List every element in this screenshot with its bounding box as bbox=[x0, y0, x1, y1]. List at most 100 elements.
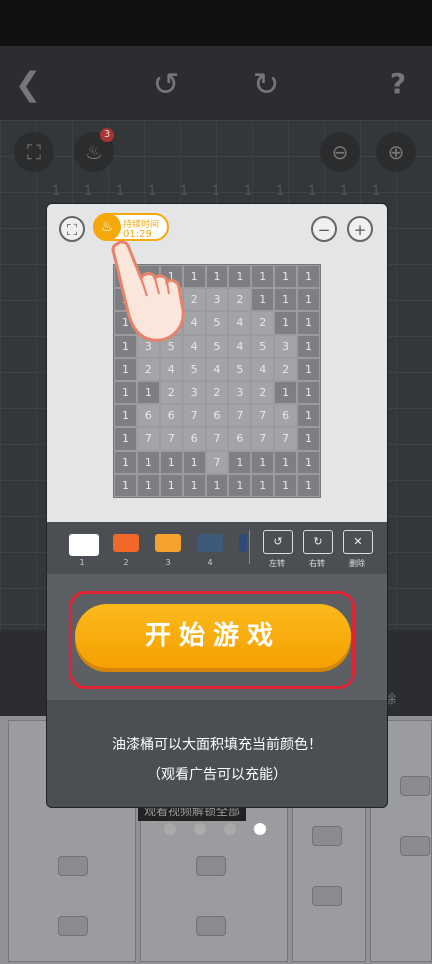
grid-cell[interactable]: 7 bbox=[136, 427, 160, 451]
grid-cell[interactable]: 6 bbox=[205, 404, 229, 428]
grid-cell[interactable]: 5 bbox=[205, 311, 229, 335]
grid-cell[interactable]: 7 bbox=[159, 427, 183, 451]
grid-cell[interactable]: 1 bbox=[159, 450, 183, 474]
rotate-left-icon[interactable]: ↺ bbox=[263, 530, 293, 554]
tutorial-modal: ⛶ ♨ 持续时间 01:29 − + 111111111112232111124… bbox=[46, 203, 388, 808]
grid-cell[interactable]: 1 bbox=[297, 473, 320, 497]
grid-cell[interactable]: 1 bbox=[228, 450, 252, 474]
grid-cell[interactable]: 1 bbox=[251, 450, 275, 474]
grid-cell[interactable]: 1 bbox=[114, 357, 137, 381]
color-swatch[interactable] bbox=[197, 534, 223, 552]
background-number: 1 bbox=[307, 184, 317, 199]
grid-cell[interactable]: 6 bbox=[228, 427, 252, 451]
grid-cell[interactable]: 4 bbox=[205, 357, 229, 381]
page-dot[interactable] bbox=[254, 823, 266, 835]
grid-cell[interactable]: 7 bbox=[251, 427, 275, 451]
grid-cell[interactable]: 7 bbox=[228, 404, 252, 428]
color-swatch-partial[interactable] bbox=[239, 534, 247, 552]
grid-cell[interactable]: 3 bbox=[274, 334, 298, 358]
grid-cell[interactable]: 2 bbox=[205, 381, 229, 405]
grid-cell[interactable]: 4 bbox=[159, 357, 183, 381]
grid-cell[interactable]: 5 bbox=[182, 357, 206, 381]
grid-cell[interactable]: 7 bbox=[182, 404, 206, 428]
grid-cell[interactable]: 1 bbox=[297, 288, 320, 312]
grid-cell[interactable]: 4 bbox=[251, 357, 275, 381]
grid-cell[interactable]: 1 bbox=[297, 381, 320, 405]
grid-cell[interactable]: 1 bbox=[251, 473, 275, 497]
grid-cell[interactable]: 2 bbox=[159, 381, 183, 405]
grid-cell[interactable]: 4 bbox=[228, 311, 252, 335]
page-dot[interactable] bbox=[164, 823, 176, 835]
grid-cell[interactable]: 6 bbox=[182, 427, 206, 451]
grid-cell[interactable]: 1 bbox=[136, 450, 160, 474]
grid-cell[interactable]: 1 bbox=[274, 381, 298, 405]
grid-cell[interactable]: 1 bbox=[297, 311, 320, 335]
grid-cell[interactable]: 1 bbox=[159, 473, 183, 497]
grid-cell[interactable]: 1 bbox=[182, 473, 206, 497]
grid-cell[interactable]: 1 bbox=[297, 404, 320, 428]
grid-cell[interactable]: 2 bbox=[228, 288, 252, 312]
grid-cell[interactable]: 1 bbox=[114, 427, 137, 451]
grid-cell[interactable]: 1 bbox=[228, 473, 252, 497]
page-dot[interactable] bbox=[194, 823, 206, 835]
grid-cell[interactable]: 1 bbox=[274, 473, 298, 497]
grid-cell[interactable]: 2 bbox=[251, 311, 275, 335]
grid-cell[interactable]: 1 bbox=[297, 334, 320, 358]
swatch-label: 1 bbox=[79, 558, 85, 567]
grid-cell[interactable]: 1 bbox=[251, 288, 275, 312]
grid-cell[interactable]: 7 bbox=[274, 427, 298, 451]
zoom-in-icon: ⊕ bbox=[376, 132, 416, 172]
grid-cell[interactable]: 1 bbox=[274, 311, 298, 335]
grid-cell[interactable]: 7 bbox=[205, 450, 229, 474]
grid-cell[interactable]: 5 bbox=[251, 334, 275, 358]
grid-cell[interactable]: 1 bbox=[297, 265, 320, 289]
grid-cell[interactable]: 1 bbox=[114, 450, 137, 474]
grid-cell[interactable]: 1 bbox=[228, 265, 252, 289]
grid-cell[interactable]: 3 bbox=[205, 288, 229, 312]
grid-cell[interactable]: 1 bbox=[297, 357, 320, 381]
start-game-button[interactable]: 开始游戏 bbox=[75, 604, 351, 668]
grid-cell[interactable]: 1 bbox=[114, 473, 137, 497]
grid-cell[interactable]: 1 bbox=[114, 404, 137, 428]
zoom-out-icon: ⊖ bbox=[320, 132, 360, 172]
grid-cell[interactable]: 2 bbox=[136, 357, 160, 381]
grid-cell[interactable]: 1 bbox=[274, 265, 298, 289]
grid-cell[interactable]: 2 bbox=[251, 381, 275, 405]
grid-cell[interactable]: 3 bbox=[228, 381, 252, 405]
grid-cell[interactable]: 6 bbox=[274, 404, 298, 428]
back-arrow-icon[interactable]: ❮ bbox=[8, 64, 48, 104]
page-dot[interactable] bbox=[224, 823, 236, 835]
grid-cell[interactable]: 1 bbox=[297, 427, 320, 451]
color-swatch[interactable] bbox=[155, 534, 181, 552]
grid-cell[interactable]: 2 bbox=[274, 357, 298, 381]
grid-cell[interactable]: 6 bbox=[159, 404, 183, 428]
grid-cell[interactable]: 1 bbox=[274, 450, 298, 474]
zoom-out-icon: − bbox=[311, 216, 337, 242]
undo-icon[interactable]: ↺ bbox=[146, 64, 186, 104]
grid-cell[interactable]: 3 bbox=[182, 381, 206, 405]
grid-cell[interactable]: 6 bbox=[136, 404, 160, 428]
grid-cell[interactable]: 1 bbox=[136, 381, 160, 405]
tool-label: 左转 bbox=[269, 559, 285, 568]
color-swatch[interactable] bbox=[69, 534, 99, 556]
grid-cell[interactable]: 1 bbox=[114, 381, 137, 405]
rotate-right-icon[interactable]: ↻ bbox=[303, 530, 333, 554]
grid-cell[interactable]: 1 bbox=[251, 265, 275, 289]
color-swatch[interactable] bbox=[113, 534, 139, 552]
grid-cell[interactable]: 1 bbox=[136, 473, 160, 497]
grid-cell[interactable]: 7 bbox=[251, 404, 275, 428]
grid-cell[interactable]: 5 bbox=[205, 334, 229, 358]
grid-cell[interactable]: 1 bbox=[297, 450, 320, 474]
redo-icon[interactable]: ↻ bbox=[246, 64, 286, 104]
grid-cell[interactable]: 5 bbox=[228, 357, 252, 381]
grid-cell[interactable]: 1 bbox=[205, 265, 229, 289]
grid-cell[interactable]: 1 bbox=[205, 473, 229, 497]
status-bar bbox=[0, 0, 432, 46]
delete-icon[interactable]: ✕ bbox=[343, 530, 373, 554]
grid-cell[interactable]: 4 bbox=[228, 334, 252, 358]
grid-cell[interactable]: 1 bbox=[274, 288, 298, 312]
grid-cell[interactable]: 7 bbox=[205, 427, 229, 451]
page-indicator bbox=[164, 820, 284, 835]
grid-cell[interactable]: 1 bbox=[182, 450, 206, 474]
help-button[interactable]: ? bbox=[378, 64, 418, 104]
